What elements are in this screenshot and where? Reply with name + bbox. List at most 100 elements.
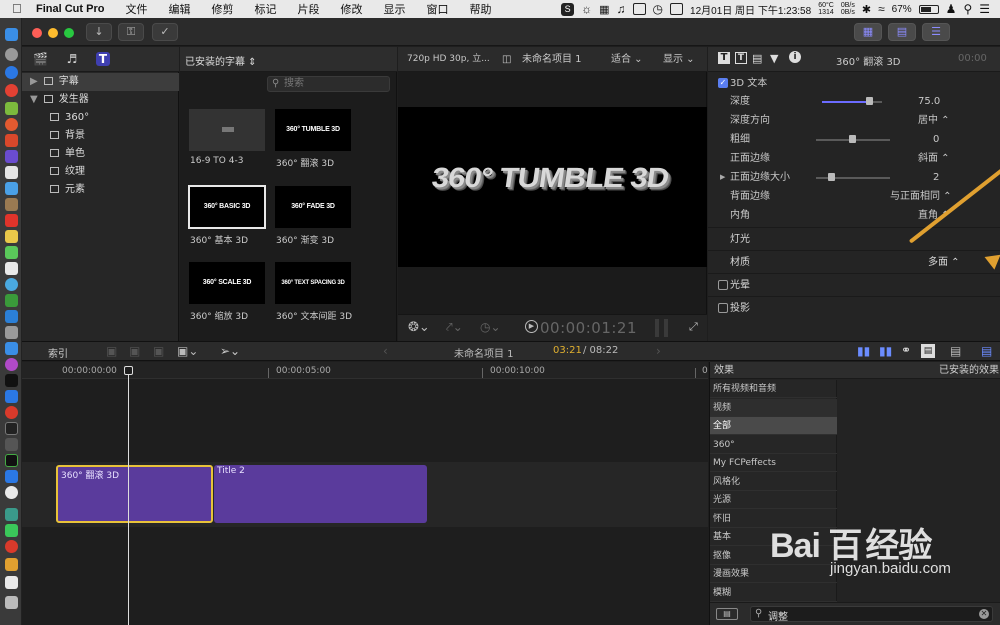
app-dock-icon-12[interactable] bbox=[5, 214, 18, 227]
sidebar-item-textures[interactable]: 纹理 bbox=[50, 163, 85, 181]
browser-search-input[interactable]: ⚲ 搜索 bbox=[267, 76, 390, 92]
insert-clip-icon[interactable]: ▣ bbox=[129, 344, 140, 358]
speed-icon[interactable]: ◷⌄ bbox=[480, 320, 501, 334]
title-thumb-360-tumble-3d[interactable]: 360° TUMBLE 3D bbox=[275, 109, 351, 151]
zoom-fit-dropdown[interactable]: 适合 ⌄ bbox=[611, 47, 643, 72]
effects-browser-icon[interactable]: ▤ bbox=[921, 344, 935, 358]
drop-shadow-section[interactable]: 投影 bbox=[708, 296, 1000, 319]
timeline-clip-title-2[interactable]: Title 2 bbox=[214, 465, 427, 523]
menu-window[interactable]: 窗口 bbox=[426, 1, 448, 17]
user-icon[interactable]: ♟ bbox=[946, 2, 957, 16]
effects-category-video[interactable]: 视频 bbox=[710, 399, 837, 417]
trash-dock-icon[interactable] bbox=[5, 596, 18, 609]
playhead[interactable] bbox=[128, 368, 129, 625]
weight-slider-knob[interactable] bbox=[849, 135, 856, 143]
app-dock-icon-30[interactable] bbox=[5, 508, 18, 521]
headphones-icon[interactable]: ⚭ bbox=[901, 343, 911, 357]
timeline-index-button[interactable]: 索引 bbox=[48, 345, 68, 360]
app-dock-icon-14[interactable] bbox=[5, 246, 18, 259]
connect-clip-icon[interactable]: ▣ bbox=[106, 344, 117, 358]
import-button[interactable]: ↓ bbox=[86, 23, 112, 41]
effects-category-all-video-audio[interactable]: 所有视频和音频 bbox=[710, 380, 837, 398]
transform-icon[interactable]: ⤤⌄ bbox=[446, 320, 463, 335]
app-dock-icon-11[interactable] bbox=[5, 198, 18, 211]
photos-audio-icon[interactable]: ♬ bbox=[65, 52, 79, 66]
browser-title-dropdown[interactable]: 已安装的字幕 ⇕ bbox=[185, 53, 257, 68]
title-thumb-360-text-spacing-3d[interactable]: 360° TEXT SPACING 3D bbox=[275, 262, 351, 304]
drop-shadow-checkbox[interactable] bbox=[718, 303, 728, 313]
front-edge-size-slider-knob[interactable] bbox=[828, 173, 835, 181]
effects-category-stylize[interactable]: 风格化 bbox=[710, 473, 837, 491]
sidebar-toggle-icon[interactable]: ▤ bbox=[716, 608, 738, 620]
menu-mark[interactable]: 标记 bbox=[254, 1, 276, 17]
sidebar-item-backgrounds[interactable]: 背景 bbox=[50, 127, 85, 145]
text-inspector-tab-icon[interactable]: T bbox=[735, 52, 747, 64]
menu-edit[interactable]: 编辑 bbox=[168, 1, 190, 17]
disclosure-triangle-icon[interactable]: ▶ bbox=[720, 168, 725, 187]
front-edge-dropdown[interactable]: 斜面 ⌃ bbox=[918, 149, 978, 168]
effects-category-all[interactable]: 全部 bbox=[710, 417, 837, 435]
info-inspector-tab-icon[interactable]: i bbox=[789, 51, 801, 63]
clip-appearance-icon[interactable]: ▤ bbox=[981, 344, 992, 358]
terminal-dock-icon[interactable] bbox=[5, 422, 18, 435]
title-thumb-16-9-to-4-3[interactable] bbox=[189, 109, 265, 151]
title-thumb-360-scale-3d[interactable]: 360° SCALE 3D bbox=[189, 262, 265, 304]
app-dock-icon-7[interactable] bbox=[5, 134, 18, 147]
bluetooth-icon[interactable]: ✱ bbox=[862, 3, 871, 16]
zoom-window-button[interactable] bbox=[64, 28, 74, 38]
timeline-clip-360-tumble-3d[interactable]: 360° 翻滚 3D bbox=[56, 465, 213, 523]
view-display-dropdown[interactable]: 显示 ⌄ bbox=[663, 47, 695, 72]
overwrite-clip-icon[interactable]: ▣⌄ bbox=[177, 344, 198, 358]
back-nav-icon[interactable]: ‹ bbox=[383, 344, 388, 358]
material-dropdown[interactable]: 多面 ⌃ bbox=[928, 251, 960, 274]
sidebar-item-elements[interactable]: 元素 bbox=[50, 181, 85, 199]
3d-text-checkbox[interactable]: ✓ bbox=[718, 78, 728, 88]
music-tray-icon[interactable]: ♫ bbox=[617, 2, 626, 16]
grid-tray-icon[interactable]: ▦ bbox=[599, 3, 609, 16]
battery-icon[interactable] bbox=[918, 4, 939, 14]
minimize-window-button[interactable] bbox=[48, 28, 58, 38]
menu-trim[interactable]: 修剪 bbox=[211, 1, 233, 17]
app-dock-icon-23[interactable] bbox=[5, 390, 18, 403]
playhead-handle[interactable] bbox=[124, 366, 133, 375]
launchpad-dock-icon[interactable] bbox=[5, 48, 18, 61]
app-dock-icon-34[interactable] bbox=[5, 576, 18, 589]
app-dock-icon-33[interactable] bbox=[5, 558, 18, 571]
menu-file[interactable]: 文件 bbox=[125, 1, 147, 17]
app-dock-icon-22[interactable] bbox=[5, 374, 18, 387]
glow-checkbox[interactable] bbox=[718, 280, 728, 290]
app-dock-icon-18[interactable] bbox=[5, 310, 18, 323]
effects-search-value[interactable]: 调整 bbox=[768, 608, 788, 623]
forward-nav-icon[interactable]: › bbox=[656, 344, 661, 358]
libraries-icon[interactable]: 🎬 bbox=[33, 52, 48, 66]
effects-category-360[interactable]: 360° bbox=[710, 436, 837, 454]
app-dock-icon-32[interactable] bbox=[5, 540, 18, 553]
audio-skimming-icon[interactable]: ▮▮ bbox=[879, 344, 892, 358]
finder-dock-icon[interactable] bbox=[5, 28, 18, 41]
clock-text[interactable]: 12月01日 周日 下午1:23:58 bbox=[690, 2, 811, 17]
menu-help[interactable]: 帮助 bbox=[469, 1, 491, 17]
app-name-menu[interactable]: Final Cut Pro bbox=[36, 3, 104, 15]
clock-tray-icon[interactable]: ◷ bbox=[653, 2, 663, 16]
sidebar-item-solids[interactable]: 单色 bbox=[50, 145, 85, 163]
depth-direction-dropdown[interactable]: 居中 ⌃ bbox=[918, 111, 978, 130]
effects-category-comic[interactable]: 漫画效果 bbox=[710, 565, 837, 583]
app-dock-icon-20[interactable] bbox=[5, 342, 18, 355]
app-dock-icon-27[interactable] bbox=[5, 454, 18, 467]
menu-view[interactable]: 显示 bbox=[383, 1, 405, 17]
effects-category-light[interactable]: 光源 bbox=[710, 491, 837, 509]
sidebar-item-titles[interactable]: ▶ 字幕 bbox=[22, 73, 179, 91]
chrome-dock-icon[interactable] bbox=[5, 84, 18, 97]
app-dock-icon-6[interactable] bbox=[5, 118, 18, 131]
clear-search-icon[interactable]: ✕ bbox=[979, 609, 989, 619]
screen-tray-icon[interactable] bbox=[632, 3, 646, 15]
yandex-dock-icon[interactable] bbox=[5, 486, 18, 499]
timeline[interactable]: 00:00:00:00 00:00:05:00 00:00:10:00 0 36… bbox=[22, 362, 708, 625]
video-inspector-tab-icon[interactable]: ▤ bbox=[752, 52, 762, 65]
safari-dock-icon[interactable] bbox=[5, 66, 18, 79]
app-dock-icon-21[interactable] bbox=[5, 358, 18, 371]
title-thumb-360-fade-3d[interactable]: 360° FADE 3D bbox=[275, 186, 351, 228]
view-options-icon[interactable]: ❂⌄ bbox=[408, 320, 430, 335]
viewer-canvas[interactable]: 360° TUMBLE 3D bbox=[398, 107, 707, 267]
select-tool-icon[interactable]: ➢⌄ bbox=[220, 344, 240, 358]
